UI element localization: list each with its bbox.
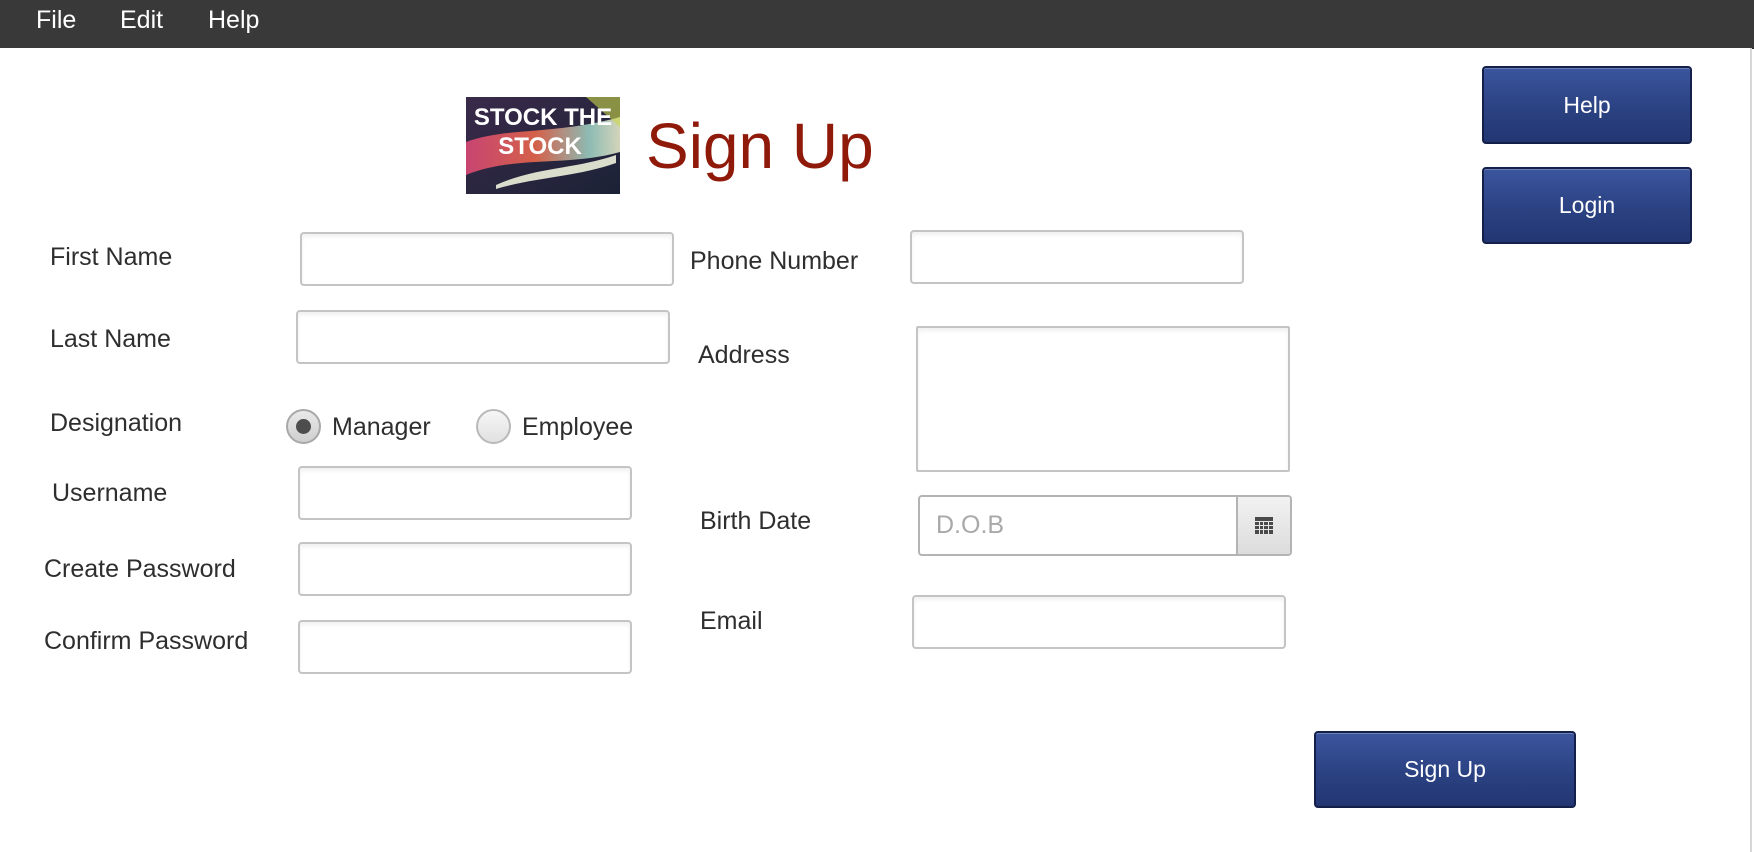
address-textarea[interactable] <box>916 326 1290 472</box>
calendar-icon <box>1255 517 1273 534</box>
birth-date-picker <box>918 495 1292 556</box>
menu-help[interactable]: Help <box>208 0 259 40</box>
last-name-input[interactable] <box>296 310 670 364</box>
confirm-password-label: Confirm Password <box>44 627 249 655</box>
confirm-password-input[interactable] <box>298 620 632 674</box>
create-password-label: Create Password <box>44 555 236 583</box>
employee-radio-label[interactable]: Employee <box>522 412 633 442</box>
manager-radio-label[interactable]: Manager <box>332 412 431 442</box>
radio-selected-dot <box>296 419 311 434</box>
logo-text-line1: STOCK THE <box>474 104 612 131</box>
calendar-button[interactable] <box>1236 497 1290 554</box>
menu-edit[interactable]: Edit <box>120 0 163 40</box>
stock-the-stock-logo: STOCK THE STOCK <box>466 97 620 194</box>
create-password-input[interactable] <box>298 542 632 596</box>
page-title: Sign Up <box>646 110 874 182</box>
logo-text-line2: STOCK <box>498 133 582 160</box>
menu-bar: File Edit Help <box>0 0 1754 49</box>
username-label: Username <box>52 479 168 507</box>
phone-number-input[interactable] <box>910 230 1244 284</box>
manager-radio[interactable] <box>286 409 321 444</box>
menu-file[interactable]: File <box>36 0 76 40</box>
birth-date-input[interactable] <box>920 497 1240 554</box>
first-name-label: First Name <box>50 243 173 271</box>
birth-date-label: Birth Date <box>700 507 812 535</box>
employee-radio[interactable] <box>476 409 511 444</box>
last-name-label: Last Name <box>50 325 171 353</box>
email-label: Email <box>700 607 763 635</box>
sign-up-button[interactable]: Sign Up <box>1314 731 1576 808</box>
help-button[interactable]: Help <box>1482 66 1692 144</box>
designation-label: Designation <box>50 409 183 437</box>
phone-number-label: Phone Number <box>690 247 859 275</box>
username-input[interactable] <box>298 466 632 520</box>
login-button[interactable]: Login <box>1482 167 1692 244</box>
first-name-input[interactable] <box>300 232 674 286</box>
email-input[interactable] <box>912 595 1286 649</box>
address-label: Address <box>698 341 790 369</box>
